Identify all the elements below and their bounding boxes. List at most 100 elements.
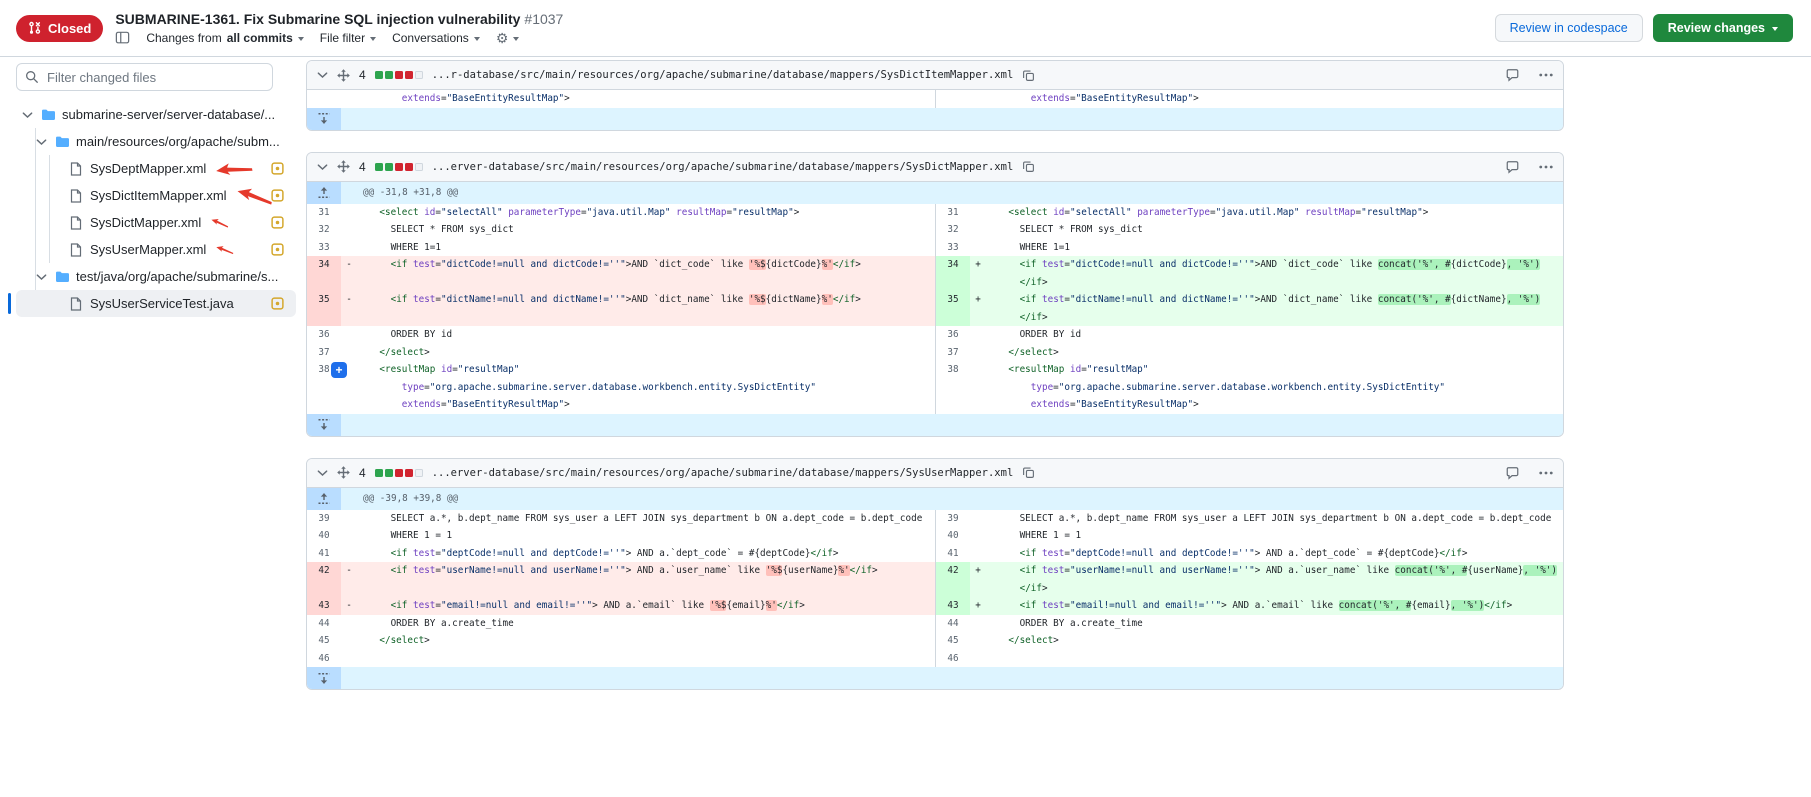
file-tree-sidebar: submarine-server/server-database/...main… xyxy=(0,57,304,317)
line-number[interactable]: 34 xyxy=(936,256,970,291)
tree-file-sysusermapper-xml[interactable]: SysUserMapper.xml xyxy=(16,236,296,263)
changes-count: 4 xyxy=(359,68,366,82)
collapse-file-chevron-icon[interactable] xyxy=(317,163,328,171)
tree-file-sysuserservicetest-java[interactable]: SysUserServiceTest.java xyxy=(16,290,296,317)
tree-file-sysdeptmapper-xml[interactable]: SysDeptMapper.xml xyxy=(16,155,296,182)
chevron-down-icon[interactable] xyxy=(34,138,48,146)
line-number[interactable]: 39 xyxy=(307,510,341,528)
hunk-header: @@ -39,8 +39,8 @@ xyxy=(341,488,458,510)
line-number[interactable]: 37 xyxy=(936,344,970,362)
line-number[interactable]: 46 xyxy=(307,650,341,668)
copy-path-icon[interactable] xyxy=(1022,160,1035,173)
review-in-codespace-button[interactable]: Review in codespace xyxy=(1495,14,1643,42)
line-number[interactable]: 35 xyxy=(307,291,341,326)
diff-marker xyxy=(970,326,986,344)
line-number[interactable]: 36 xyxy=(307,326,341,344)
expand-down-button[interactable] xyxy=(307,667,341,689)
line-number[interactable]: 44 xyxy=(936,615,970,633)
diff-marker xyxy=(970,221,986,239)
copy-path-icon[interactable] xyxy=(1022,69,1035,82)
tree-file-sysdictmapper-xml[interactable]: SysDictMapper.xml xyxy=(16,209,296,236)
line-number[interactable] xyxy=(936,90,970,108)
code-line: <resultMap id="resultMap" type="org.apac… xyxy=(357,361,935,414)
kebab-menu-icon[interactable] xyxy=(1539,73,1553,77)
conversations-dropdown[interactable]: Conversations xyxy=(392,31,480,45)
line-number[interactable]: 46 xyxy=(936,650,970,668)
pr-title-block: SUBMARINE-1361. Fix Submarine SQL inject… xyxy=(115,11,1482,45)
add-comment-button[interactable]: + xyxy=(331,362,347,378)
kebab-menu-icon[interactable] xyxy=(1539,165,1553,169)
drag-handle-icon[interactable] xyxy=(337,69,350,82)
collapse-file-chevron-icon[interactable] xyxy=(317,469,328,477)
file-icon xyxy=(68,243,84,257)
expand-down-button[interactable] xyxy=(307,108,341,130)
review-changes-button[interactable]: Review changes xyxy=(1653,14,1793,42)
diff-side-right: extends="BaseEntityResultMap"> xyxy=(935,90,1563,108)
code-line: ORDER BY a.create_time xyxy=(986,615,1563,633)
comment-icon[interactable] xyxy=(1505,68,1520,82)
line-number[interactable]: 40 xyxy=(307,527,341,545)
pr-title: SUBMARINE-1361. Fix Submarine SQL inject… xyxy=(115,11,1482,27)
collapse-file-chevron-icon[interactable] xyxy=(317,71,328,79)
code-line: <if test="userName!=null and userName!='… xyxy=(357,562,935,597)
line-number[interactable]: 41 xyxy=(936,545,970,563)
line-number[interactable]: 33 xyxy=(936,239,970,257)
tree-folder-test-java-org-apache-submarine-s-[interactable]: test/java/org/apache/submarine/s... xyxy=(16,263,296,290)
annotation-arrow xyxy=(215,243,235,256)
diff-marker: + xyxy=(970,562,986,597)
line-number[interactable]: 40 xyxy=(936,527,970,545)
comment-icon[interactable] xyxy=(1505,160,1520,174)
expand-down-button[interactable] xyxy=(307,414,341,436)
line-number[interactable]: 33 xyxy=(307,239,341,257)
line-number[interactable]: 36 xyxy=(936,326,970,344)
diff-side-left: 45 </select> xyxy=(307,632,935,650)
tree-file-sysdictitemmapper-xml[interactable]: SysDictItemMapper.xml xyxy=(16,182,296,209)
line-number[interactable]: 45 xyxy=(936,632,970,650)
changes-from-dropdown[interactable]: Changes from all commits xyxy=(146,31,303,45)
diff-side-right: 43+ <if test="email!=null and email!=''"… xyxy=(935,597,1563,615)
line-number[interactable]: 35 xyxy=(936,291,970,326)
line-number[interactable]: 37 xyxy=(307,344,341,362)
drag-handle-icon[interactable] xyxy=(337,160,350,173)
chevron-down-icon[interactable] xyxy=(34,273,48,281)
line-number[interactable]: 31 xyxy=(307,204,341,222)
diff-marker xyxy=(970,239,986,257)
expand-up-button[interactable] xyxy=(307,488,341,510)
code-line: WHERE 1 = 1 xyxy=(986,527,1563,545)
file-icon xyxy=(68,297,84,311)
tree-folder-main-resources-org-apache-subm-[interactable]: main/resources/org/apache/subm... xyxy=(16,128,296,155)
drag-handle-icon[interactable] xyxy=(337,466,350,479)
tree-item-label: SysDictItemMapper.xml xyxy=(90,188,227,203)
diff-marker xyxy=(970,650,986,668)
comment-icon[interactable] xyxy=(1505,466,1520,480)
copy-path-icon[interactable] xyxy=(1022,466,1035,479)
line-number[interactable]: 43 xyxy=(307,597,341,615)
line-number[interactable]: 34 xyxy=(307,256,341,291)
modified-file-icon xyxy=(271,216,284,232)
line-number[interactable]: 31 xyxy=(936,204,970,222)
line-number[interactable]: 32 xyxy=(936,221,970,239)
diff-row: 45 </select>45 </select> xyxy=(307,632,1563,650)
file-filter-input[interactable] xyxy=(16,63,273,91)
line-number[interactable]: 41 xyxy=(307,545,341,563)
diff-side-right: 40 WHERE 1 = 1 xyxy=(935,527,1563,545)
tree-folder-submarine-server-server-database-[interactable]: submarine-server/server-database/... xyxy=(16,101,296,128)
file-filter-dropdown[interactable]: File filter xyxy=(320,31,376,45)
line-number[interactable]: 44 xyxy=(307,615,341,633)
diff-side-right: 32 SELECT * FROM sys_dict xyxy=(935,221,1563,239)
line-number[interactable]: 32 xyxy=(307,221,341,239)
chevron-down-icon[interactable] xyxy=(20,111,34,119)
line-number[interactable]: 42 xyxy=(307,562,341,597)
line-number[interactable]: 45 xyxy=(307,632,341,650)
line-number[interactable]: 39 xyxy=(936,510,970,528)
expand-up-button[interactable] xyxy=(307,182,341,204)
line-number[interactable]: 43 xyxy=(936,597,970,615)
line-number[interactable] xyxy=(307,90,341,108)
line-number[interactable]: 42 xyxy=(936,562,970,597)
sidebar-toggle-icon[interactable] xyxy=(115,31,130,45)
diff-body: @@ -39,8 +39,8 @@39 SELECT a.*, b.dept_n… xyxy=(307,488,1563,690)
kebab-menu-icon[interactable] xyxy=(1539,471,1553,475)
diff-body: @@ -31,8 +31,8 @@31 <select id="selectAl… xyxy=(307,182,1563,436)
diff-settings-dropdown[interactable]: ⚙ xyxy=(496,31,520,45)
line-number[interactable]: 38 xyxy=(936,361,970,414)
